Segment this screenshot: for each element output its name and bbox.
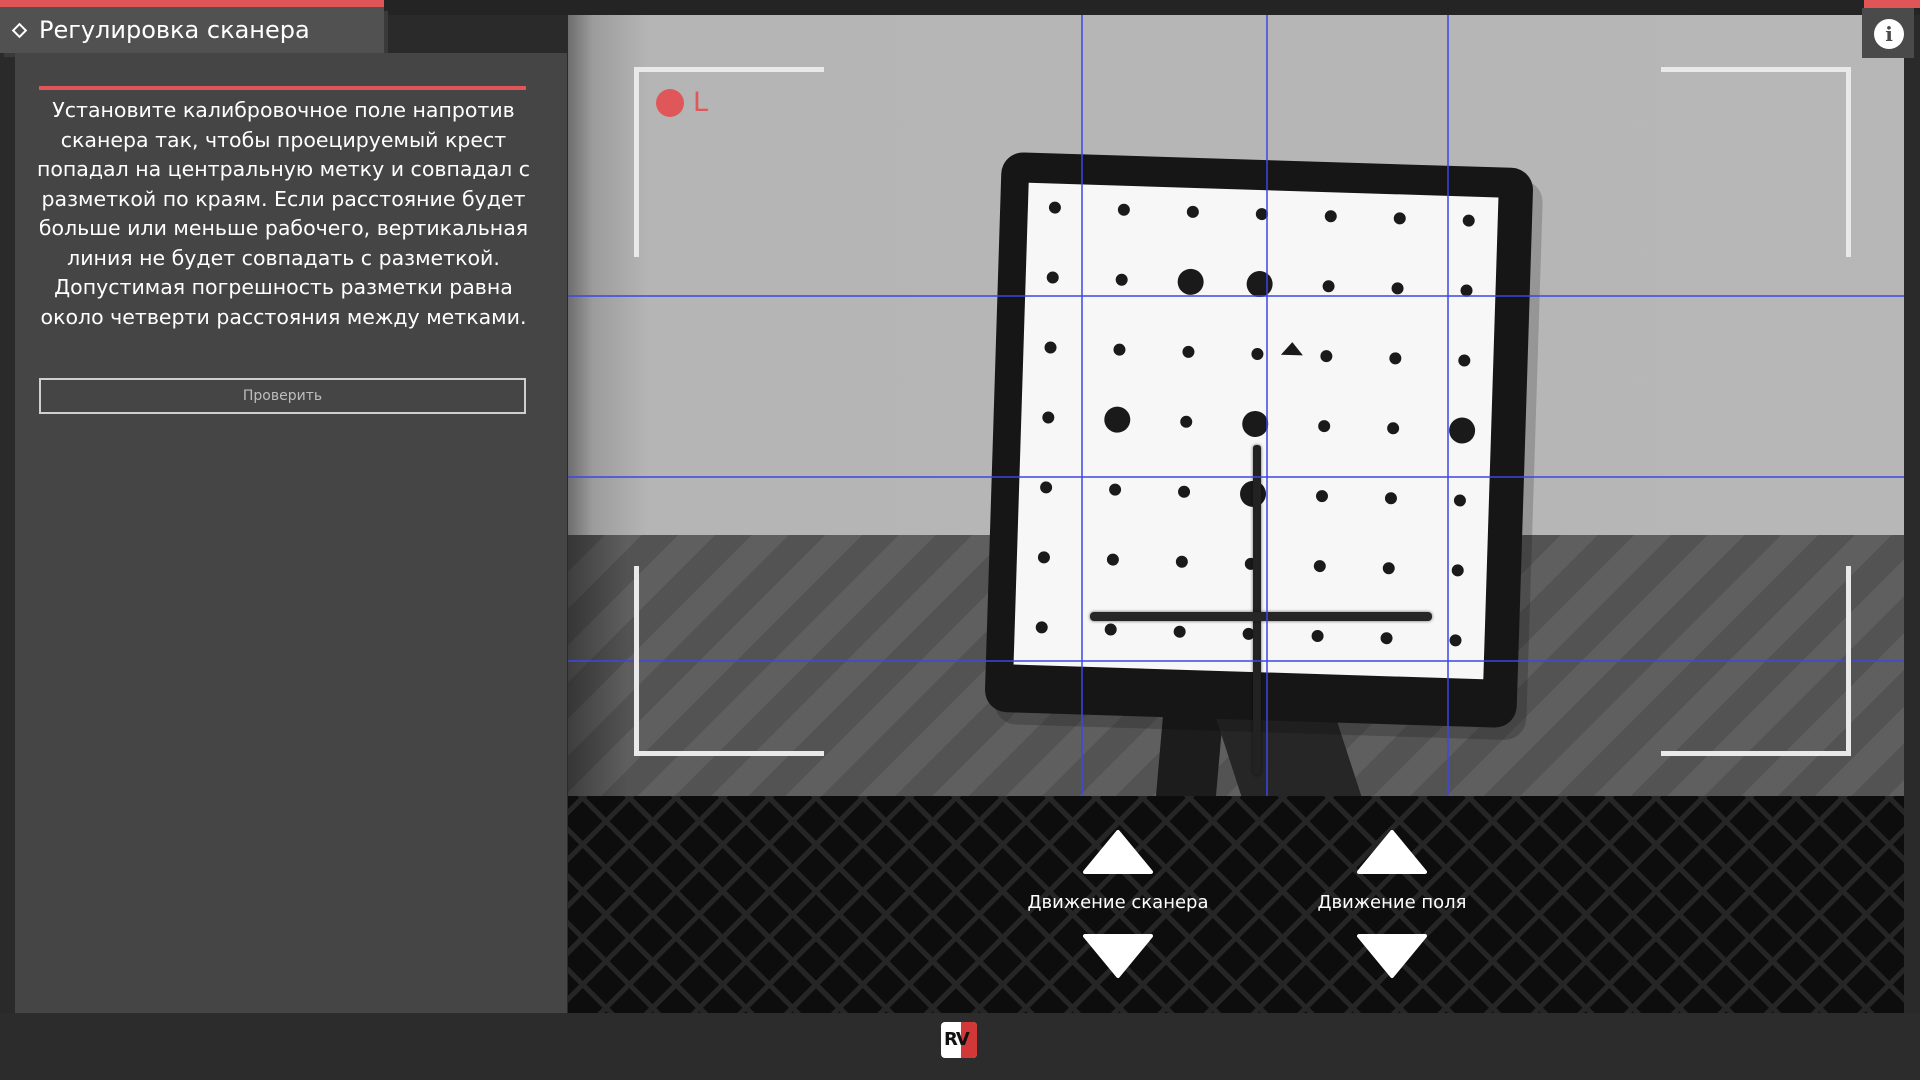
calibration-dot [1180,415,1193,428]
arrow-down-icon [1357,934,1427,978]
instructions-text: Установите калибровочное поле напротив с… [36,98,531,329]
guide-line-vertical [1447,15,1449,796]
guide-line-vertical [1266,15,1268,796]
guide-line-horizontal [568,476,1904,478]
calibration-dot [1046,271,1059,284]
calibration-dot [1117,203,1130,216]
field-movement-group: Движение поля [1282,796,1502,1013]
viewfinder-corner [634,566,824,756]
scanner-up-button[interactable] [1083,830,1153,876]
calibration-dot [1242,410,1269,437]
calibration-dot [1042,411,1055,424]
calibration-dot [1315,490,1328,503]
calibration-dot [1462,214,1475,227]
calibration-dot [1322,280,1335,293]
calibration-dot [1389,352,1402,365]
calibration-dot [1393,212,1406,225]
calibration-dot [1311,630,1324,643]
calibration-dot [1313,560,1326,573]
calibration-dot [1104,406,1131,433]
calibration-dot [1106,553,1119,566]
scanner-down-button[interactable] [1083,932,1153,978]
projected-cross-vertical [1253,445,1261,775]
field-movement-label: Движение поля [1317,892,1467,913]
calibration-dot [1037,551,1050,564]
calibration-dot [1458,354,1471,367]
calibration-dot [1182,345,1195,358]
calibration-dot [1382,562,1395,575]
rv-logo: RV [941,1022,977,1058]
record-label: L [693,87,709,118]
title-tab: Регулировка сканера [0,7,384,53]
calibration-dot [1177,268,1204,295]
calibration-dot [1040,481,1053,494]
calibration-dot [1035,621,1048,634]
info-icon: i [1874,19,1904,49]
calibration-dot [1175,555,1188,568]
calibration-dot [1104,623,1117,636]
camera-view: L [568,15,1904,796]
panel-accent-line [39,86,526,90]
scanner-movement-group: Движение сканера [1008,796,1228,1013]
arrow-up-icon [1357,830,1427,874]
calibration-dot [1449,634,1462,647]
calibration-dot [1178,485,1191,498]
calibration-dot [1173,625,1186,638]
calibration-dot [1318,420,1331,433]
scanner-movement-label: Движение сканера [1027,892,1209,913]
calibration-dot [1449,417,1476,444]
info-button[interactable]: i [1862,8,1914,58]
calibration-dot [1320,350,1333,363]
record-indicator: L [656,87,708,118]
calibration-dot [1044,341,1057,354]
center-mark-triangle-icon [1280,342,1303,356]
calibration-dot [1451,564,1464,577]
diamond-icon [11,22,28,38]
calibration-dot [1113,343,1126,356]
logo-text: RV [944,1029,970,1050]
calibration-dot [1251,348,1264,361]
field-up-button[interactable] [1357,830,1427,876]
field-down-button[interactable] [1357,932,1427,978]
guide-line-horizontal [568,295,1904,297]
calibration-dot [1186,205,1199,218]
calibration-dot [1246,271,1273,298]
calibration-dot [1391,282,1404,295]
calibration-dot [1453,494,1466,507]
calibration-dot [1380,632,1393,645]
calibration-dot [1048,201,1061,214]
viewfinder-corner [1661,67,1851,257]
projected-cross-horizontal [1090,612,1432,621]
arrow-up-icon [1083,830,1153,874]
calibration-dot [1387,422,1400,435]
movement-controls: Движение сканера Движение поля [568,796,1904,1013]
calibration-dot [1115,273,1128,286]
viewfinder-corner [1661,566,1851,756]
top-accent-right [1864,0,1920,8]
check-button[interactable]: Проверить [39,378,526,414]
calibration-dot [1324,210,1337,223]
calibration-dot [1109,483,1122,496]
guide-line-vertical [1081,15,1083,796]
page-title: Регулировка сканера [39,16,310,44]
record-dot-icon [656,88,684,117]
arrow-down-icon [1083,934,1153,978]
calibration-dot [1384,492,1397,505]
